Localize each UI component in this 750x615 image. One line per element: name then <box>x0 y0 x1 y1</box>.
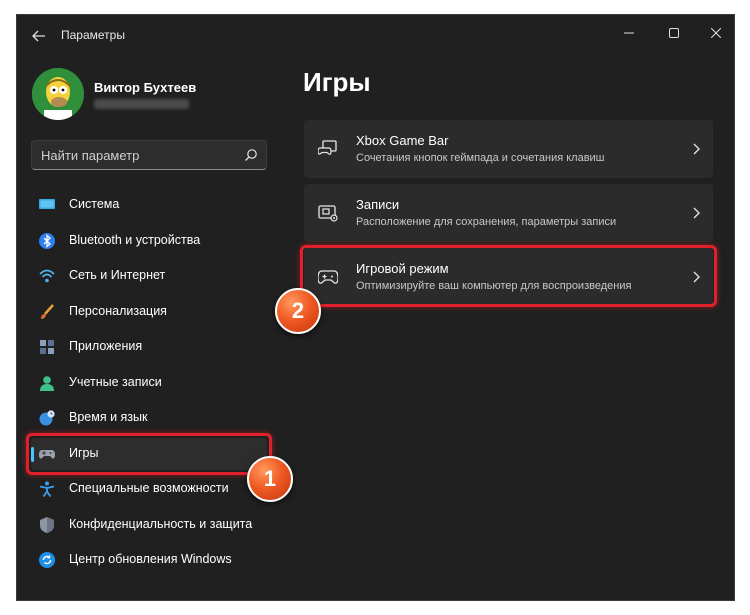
card-subtitle: Сочетания кнопок геймпада и сочетания кл… <box>356 152 605 164</box>
sidebar-item-accessibility[interactable]: Специальные возможности <box>31 473 267 505</box>
update-icon <box>39 552 55 568</box>
page-title: Игры <box>303 67 371 97</box>
sidebar-item-label: Специальные возможности <box>69 481 229 495</box>
title-bar: Параметры <box>17 15 734 55</box>
highlight-gaming-item <box>26 433 272 475</box>
window-title: Параметры <box>61 28 125 42</box>
sidebar-item-personalization[interactable]: Персонализация <box>31 296 267 328</box>
maximize-button[interactable] <box>659 21 689 45</box>
sidebar-item-label: Время и язык <box>69 410 148 424</box>
sidebar-item-time-language[interactable]: Время и язык <box>31 402 267 434</box>
sidebar-item-system[interactable]: Система <box>31 189 267 221</box>
sidebar-item-accounts[interactable]: Учетные записи <box>31 367 267 399</box>
sidebar-item-label: Центр обновления Windows <box>69 552 232 566</box>
step-badge-1: 1 <box>247 456 293 502</box>
card-xbox-game-bar[interactable]: Xbox Game Bar Сочетания кнопок геймпада … <box>304 120 713 178</box>
sidebar-item-label: Конфиденциальность и защита <box>69 517 253 531</box>
back-button[interactable] <box>27 25 51 47</box>
search-icon[interactable] <box>244 148 258 162</box>
minimize-icon <box>624 32 634 34</box>
minimize-button[interactable] <box>614 21 644 45</box>
sidebar-item-bluetooth[interactable]: Bluetooth и устройства <box>31 225 267 257</box>
settings-window: Параметры Виктор Бухтеев Найти параметр <box>16 14 735 601</box>
card-title: Записи <box>356 197 400 212</box>
sidebar-item-label: Система <box>69 197 120 211</box>
shield-icon <box>40 517 54 533</box>
game-bar-icon <box>318 140 337 155</box>
sidebar-item-windows-update[interactable]: Центр обновления Windows <box>31 544 267 576</box>
highlight-game-mode-card <box>300 245 717 307</box>
card-subtitle: Расположение для сохранения, параметры з… <box>356 216 617 228</box>
sidebar-item-privacy[interactable]: Конфиденциальность и защита <box>31 509 267 541</box>
maximize-icon <box>669 28 679 38</box>
wifi-icon <box>39 269 55 283</box>
sidebar-item-apps[interactable]: Приложения <box>31 331 267 363</box>
sidebar-item-label: Учетные записи <box>69 375 162 389</box>
sidebar-item-label: Сеть и Интернет <box>69 268 166 282</box>
monitor-icon <box>39 199 55 209</box>
person-icon <box>40 376 54 391</box>
close-icon <box>711 28 721 38</box>
user-name: Виктор Бухтеев <box>94 80 197 95</box>
step-badge-2: 2 <box>275 288 321 334</box>
avatar-image <box>32 68 84 120</box>
avatar[interactable] <box>32 68 84 120</box>
accessibility-icon <box>39 481 55 497</box>
capture-icon <box>318 205 338 222</box>
sidebar-item-label: Bluetooth и устройства <box>69 233 201 247</box>
card-captures[interactable]: Записи Расположение для сохранения, пара… <box>304 184 713 242</box>
card-title: Xbox Game Bar <box>356 133 449 148</box>
chevron-right-icon <box>693 207 700 219</box>
chevron-right-icon <box>693 143 700 155</box>
back-arrow-icon <box>32 30 45 42</box>
sidebar-item-label: Персонализация <box>69 304 167 318</box>
apps-icon <box>40 340 54 354</box>
brush-icon <box>41 304 54 319</box>
close-button[interactable] <box>701 21 731 45</box>
user-email-blurred <box>94 99 189 109</box>
search-box[interactable]: Найти параметр <box>31 140 267 170</box>
bluetooth-icon <box>39 233 55 249</box>
sidebar-item-label: Приложения <box>69 339 143 353</box>
globe-clock-icon <box>39 410 55 426</box>
sidebar-item-network[interactable]: Сеть и Интернет <box>31 260 267 292</box>
search-input[interactable]: Найти параметр <box>41 148 139 163</box>
